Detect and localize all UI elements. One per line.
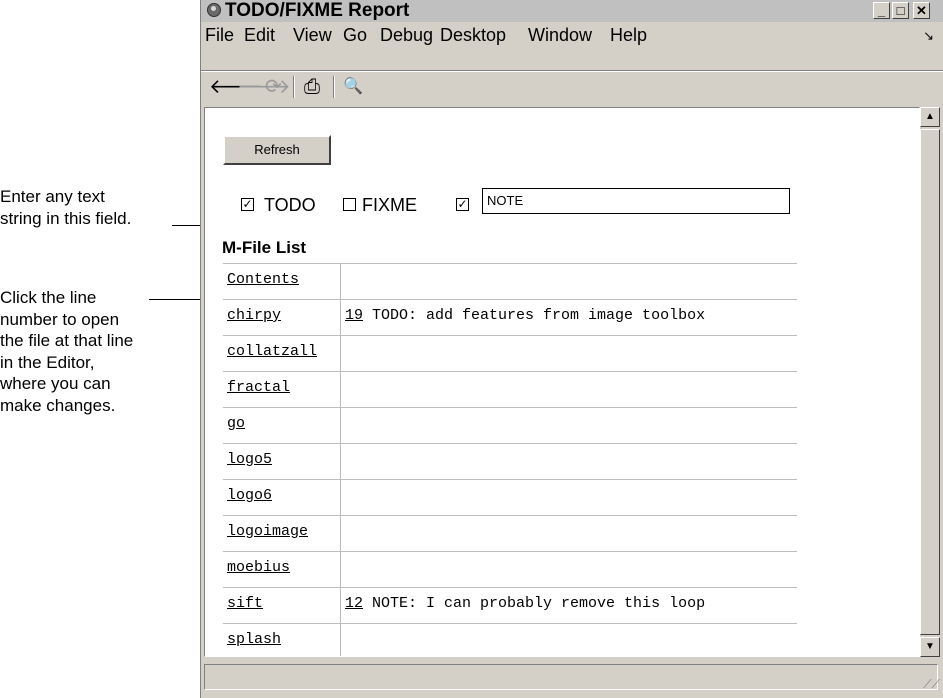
app-icon [207,3,221,17]
report-content: Refresh ✓ TODO FIXME ✓ NOTE M-File List … [204,107,920,657]
toolbar-separator [293,76,295,98]
line-number-link[interactable]: 19 [345,307,363,324]
fixme-checkbox[interactable] [343,198,356,211]
fixme-label: FIXME [362,195,418,215]
file-link[interactable]: moebius [227,559,290,576]
menu-go[interactable]: Go [343,25,367,45]
table-row: go [223,407,797,443]
file-link[interactable]: collatzall [227,343,317,360]
vertical-scrollbar[interactable]: ▲ ▼ [920,107,940,657]
file-link[interactable]: splash [227,631,281,648]
table-row: fractal [223,371,797,407]
table-row: chirpy 19 TODO: add features from image … [223,299,797,335]
menu-edit[interactable]: Edit [244,25,275,45]
table-row: splash [223,623,797,656]
refresh-button[interactable]: Refresh [223,135,331,165]
scroll-up-arrow-icon[interactable]: ▲ [920,107,940,127]
toolbar-divider [201,70,943,72]
file-link[interactable]: fractal [227,379,290,396]
menu-bar: File Edit View Go Debug Desktop Window H… [201,22,943,48]
scroll-down-arrow-icon[interactable]: ▼ [920,637,940,657]
file-link[interactable]: Contents [227,271,299,288]
file-link[interactable]: chirpy [227,307,281,324]
table-row: sift 12 NOTE: I can probably remove this… [223,587,797,623]
field-annotation: Enter any text string in this field. [0,187,132,228]
comment-text: TODO: add features from image toolbox [363,307,706,324]
table-row: logo5 [223,443,797,479]
table-row: moebius [223,551,797,587]
file-link[interactable]: go [227,415,245,432]
close-button[interactable]: ✕ [913,2,930,19]
menu-desktop[interactable]: Desktop [440,25,506,45]
table-row: Contents [223,263,797,299]
toolbar-separator [333,76,335,98]
scroll-thumb[interactable] [920,129,940,635]
maximize-button[interactable]: □ [892,2,909,19]
menu-debug[interactable]: Debug [380,25,433,45]
section-title: M-File List [222,238,307,257]
table-row: logoimage [223,515,797,551]
status-field [204,664,938,690]
menu-help[interactable]: Help [610,25,647,45]
window-title: TODO/FIXME Report [225,0,410,21]
todo-label: TODO [264,195,316,215]
print-icon[interactable]: ⎙ [304,76,320,98]
comment-text: NOTE: I can probably remove this loop [363,595,706,612]
table-row: logo6 [223,479,797,515]
file-link[interactable]: logo5 [227,451,272,468]
line-number-link[interactable]: 12 [345,595,363,612]
table-row: collatzall [223,335,797,371]
todo-checkbox[interactable]: ✓ [241,198,254,211]
forward-arrow-icon[interactable]: 🡒 [237,76,291,98]
note-checkbox[interactable]: ✓ [456,198,469,211]
title-bar: TODO/FIXME Report _ □ ✕ [201,0,943,22]
minimize-button[interactable]: _ [873,2,890,19]
custom-tag-input[interactable]: NOTE [482,188,790,214]
menu-window[interactable]: Window [528,25,592,45]
menu-file[interactable]: File [205,25,234,45]
line-annotation: Click the line number to open the file a… [0,288,134,415]
menu-view[interactable]: View [293,25,332,45]
binoculars-icon[interactable]: 🔍 [343,76,363,98]
report-window: TODO/FIXME Report _ □ ✕ File Edit View G… [200,0,943,698]
refresh-icon[interactable]: ⟳ [265,76,282,98]
undock-arrow-icon[interactable]: ↘ [923,28,934,44]
file-link[interactable]: logo6 [227,487,272,504]
file-link[interactable]: sift [227,595,263,612]
status-bar: ⟋⟋ [201,660,943,698]
file-link[interactable]: logoimage [227,523,308,540]
resize-grip-icon[interactable]: ⟋⟋ [923,677,940,692]
file-list-table: Contents chirpy 19 TODO: add features fr… [223,263,797,656]
